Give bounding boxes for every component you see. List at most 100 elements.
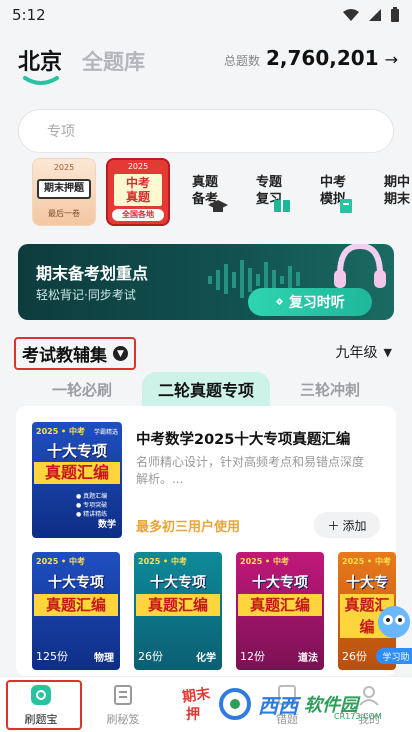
section-title-dropdown[interactable]: 考试教辅集 ▼: [14, 337, 136, 370]
search-placeholder: 专项: [47, 124, 75, 140]
tab-beijing[interactable]: 北京: [18, 44, 62, 76]
signal-icon: [369, 9, 381, 21]
status-bar: 5:12: [0, 0, 412, 30]
zhongkao-real-card[interactable]: 2025 中考 真题 全国各地: [106, 158, 170, 226]
tab-round-one[interactable]: 一轮必刷: [30, 372, 134, 406]
cover-title-line2: 真题汇编: [34, 462, 120, 484]
cover-tag: ● 专项突破: [76, 502, 108, 509]
total-questions[interactable]: 总题数 2,760,201 →: [224, 46, 398, 70]
chevron-down-icon: ▼: [113, 346, 128, 361]
book-count: 26份: [342, 650, 367, 663]
book-title[interactable]: 中考数学2025十大专项真题汇编: [136, 428, 350, 449]
book-card[interactable]: 2025 • 中考 十大专项 真题汇编 26份 化学: [134, 552, 222, 670]
add-button[interactable]: ＋ 添加: [314, 512, 380, 538]
entry-topic-review[interactable]: 专题 复习: [256, 174, 291, 212]
book-subject: 化学: [196, 653, 216, 664]
tab-all-questions[interactable]: 全题库: [82, 46, 145, 76]
card-year: 2025: [127, 162, 149, 171]
arrow-right-icon: →: [384, 50, 398, 69]
book-count: 125份: [36, 650, 68, 663]
status-time: 5:12: [12, 6, 46, 24]
logo-icon: [219, 688, 251, 720]
card-title-line1: 中考: [125, 176, 150, 190]
battery-icon: [391, 7, 399, 22]
book-icon: [274, 200, 291, 212]
quick-entries: 2025 期末押题 最后一卷 2025 中考 真题 全国各地 真题 备考 专题 …: [32, 158, 412, 230]
promo-line1: 期末: [181, 685, 212, 706]
add-label: 添加: [342, 518, 367, 533]
card-title-line2: 真题: [125, 190, 150, 204]
cover-top: 2025 • 中考: [138, 557, 187, 566]
banner-title: 期末备考划重点: [36, 264, 149, 283]
book-subject: 道法: [298, 653, 318, 664]
entry-mock-exam[interactable]: 中考 模拟: [320, 174, 353, 213]
round-tabs: 一轮必刷 二轮真题专项 三轮冲刺: [30, 372, 382, 406]
entry-line2: 期末: [384, 192, 411, 207]
tab-round-three[interactable]: 三轮冲刺: [278, 372, 382, 406]
plus-icon: ＋: [327, 518, 340, 533]
cover-title-line1: 十大专项: [46, 442, 107, 460]
cover-top: 2025 • 中考: [36, 557, 85, 566]
cover-title-line2: 真题汇编: [136, 594, 220, 616]
search-input[interactable]: 专项: [18, 109, 394, 153]
notebook-icon: [114, 685, 132, 705]
tab-active-indicator: [23, 76, 59, 85]
listen-review-button[interactable]: ⋄ 复习时听: [248, 288, 372, 316]
card-subtitle: 最后一卷: [48, 209, 80, 218]
book-list: 2025 • 中考 学霸精选 十大专项 真题汇编 ● 真题汇编 ● 专项突破 ●…: [16, 406, 396, 676]
watermark-text1: 西西: [258, 693, 298, 718]
cover-title-line1: 十大专项: [48, 575, 104, 591]
promo-badge[interactable]: 期末 押: [181, 684, 222, 728]
book-cover[interactable]: 2025 • 中考 学霸精选 十大专项 真题汇编 ● 真题汇编 ● 专项突破 ●…: [32, 422, 122, 538]
card-year: 2025: [53, 163, 75, 172]
book-card[interactable]: 2025 • 中考 十大专项 真题汇编 12份 道法: [236, 552, 324, 670]
banner-subtitle: 轻松背记·同步考试: [36, 288, 136, 302]
play-icon: ⋄: [275, 294, 289, 310]
cover-top: 2025 • 中考: [240, 557, 289, 566]
watermark-logo: 西西 软件园 CR173.COM: [218, 684, 394, 724]
total-value: 2,760,201: [265, 46, 379, 70]
cover-top: 2025 • 中考: [342, 557, 391, 566]
book-count: 12份: [240, 650, 265, 663]
entry-line1: 真题: [192, 175, 219, 190]
cover-title-line2: 真题汇编: [238, 594, 322, 616]
review-banner[interactable]: 期末备考划重点 轻松背记·同步考试 ⋄ 复习时听: [18, 244, 394, 320]
tab-round-two[interactable]: 二轮真题专项: [142, 372, 270, 406]
cover-tag: ● 真题汇编: [76, 493, 108, 500]
grade-value: 九年级: [335, 345, 378, 361]
entry-real-exam[interactable]: 真题 备考: [192, 174, 229, 212]
promo-line2: 押: [186, 707, 200, 723]
cover-brand: 学霸精选: [93, 429, 118, 436]
top-header: 北京 全题库 总题数 2,760,201 →: [18, 40, 398, 90]
cover-subject: 数学: [97, 520, 116, 530]
caret-down-icon: ▼: [383, 345, 392, 359]
cover-title-line1: 十大专项: [252, 575, 308, 591]
study-assistant[interactable]: 学习助: [372, 598, 412, 666]
headphones-icon: [334, 244, 386, 288]
entry-line1: 专题: [256, 175, 283, 190]
watermark-text3: CR173.COM: [334, 712, 382, 721]
cover-title-line1: 十大专项: [150, 575, 206, 591]
cover-tags: ● 真题汇编 ● 专项突破 ● 精讲精练: [76, 492, 107, 519]
entry-line1: 中考: [320, 175, 347, 190]
book-count: 26份: [138, 650, 163, 663]
graduation-cap-icon: [208, 200, 229, 212]
final-exam-card[interactable]: 2025 期末押题 最后一卷: [32, 158, 96, 226]
listen-review-label: 复习时听: [288, 295, 345, 311]
status-icons: [342, 7, 400, 23]
book-card[interactable]: 2025 • 中考 十大专项 真题汇编 125份 物理: [32, 552, 120, 670]
card-title: 中考 真题: [114, 174, 162, 206]
cover-title-line2: 真题汇编: [34, 594, 118, 616]
robot-icon: [378, 606, 410, 638]
nav-secrets[interactable]: 刷秘笈: [82, 677, 164, 732]
entry-midterm-final[interactable]: 期中 期末: [384, 174, 410, 208]
book-subject: 物理: [94, 653, 114, 664]
card-subtitle: 全国各地: [112, 209, 164, 221]
wifi-icon: [343, 9, 359, 21]
grade-selector[interactable]: 九年级 ▼: [336, 342, 392, 362]
book-users: 最多初三用户使用: [136, 520, 241, 535]
nav-label: 刷秘笈: [106, 713, 140, 726]
book-description: 名师精心设计，针对高频考点和易错点深度解析。...: [136, 455, 365, 486]
active-nav-highlight: [6, 680, 82, 730]
study-assistant-label: 学习助: [376, 648, 412, 664]
